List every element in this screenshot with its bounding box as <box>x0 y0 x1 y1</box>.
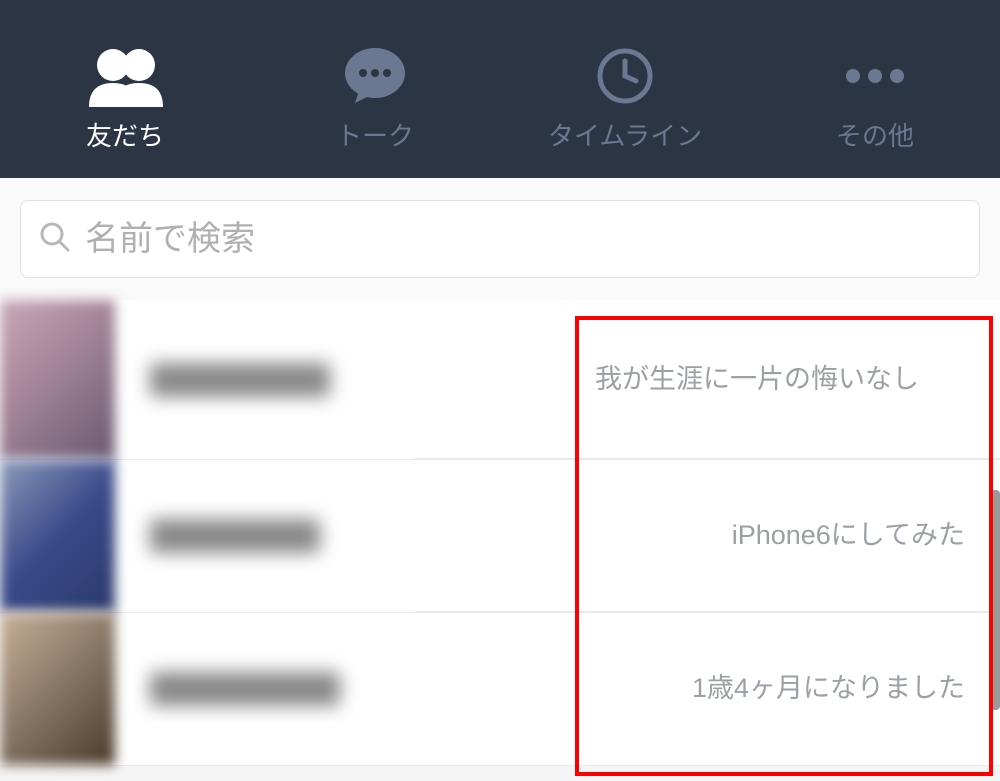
nav-tabs: 友だち トーク タイムライン <box>0 0 1000 178</box>
tab-timeline-label: タイムライン <box>548 116 702 153</box>
status-text: 1歳4ヶ月になりました <box>692 669 965 708</box>
status-area: 1歳4ヶ月になりました <box>595 613 965 765</box>
friend-row[interactable]: 1歳4ヶ月になりました <box>0 613 1000 766</box>
search-input[interactable] <box>85 220 961 259</box>
talk-icon <box>343 46 407 106</box>
tab-other[interactable]: その他 <box>785 46 965 153</box>
avatar <box>0 460 115 612</box>
row-divider <box>415 458 1000 459</box>
tab-friends-label: 友だち <box>86 116 164 153</box>
status-area: 我が生涯に一片の悔いなし <box>595 300 965 459</box>
friends-icon <box>81 46 169 106</box>
row-divider <box>415 611 1000 612</box>
status-area: iPhone6にしてみた <box>595 460 965 612</box>
friend-name-blurred <box>150 363 330 397</box>
status-bar <box>0 0 1000 12</box>
search-icon <box>39 221 71 258</box>
tab-talk[interactable]: トーク <box>285 46 465 153</box>
tab-other-label: その他 <box>836 116 914 153</box>
scrollbar[interactable] <box>991 490 1000 710</box>
tab-talk-label: トーク <box>336 116 414 153</box>
friend-row[interactable]: iPhone6にしてみた <box>0 460 1000 613</box>
avatar <box>0 300 115 459</box>
status-text: 我が生涯に一片の悔いなし <box>595 360 965 399</box>
friend-name-blurred <box>150 672 340 706</box>
friend-name-blurred <box>150 519 320 553</box>
more-icon <box>840 46 910 106</box>
tab-friends[interactable]: 友だち <box>35 46 215 153</box>
search-box[interactable] <box>20 200 980 278</box>
friends-list: 我が生涯に一片の悔いなし iPhone6にしてみた 1歳4ヶ月になりました <box>0 300 1000 766</box>
tab-timeline[interactable]: タイムライン <box>535 46 715 153</box>
avatar <box>0 613 115 765</box>
status-text: iPhone6にしてみた <box>732 516 965 555</box>
clock-icon <box>596 46 654 106</box>
friend-row[interactable]: 我が生涯に一片の悔いなし <box>0 300 1000 460</box>
search-container <box>0 178 1000 300</box>
